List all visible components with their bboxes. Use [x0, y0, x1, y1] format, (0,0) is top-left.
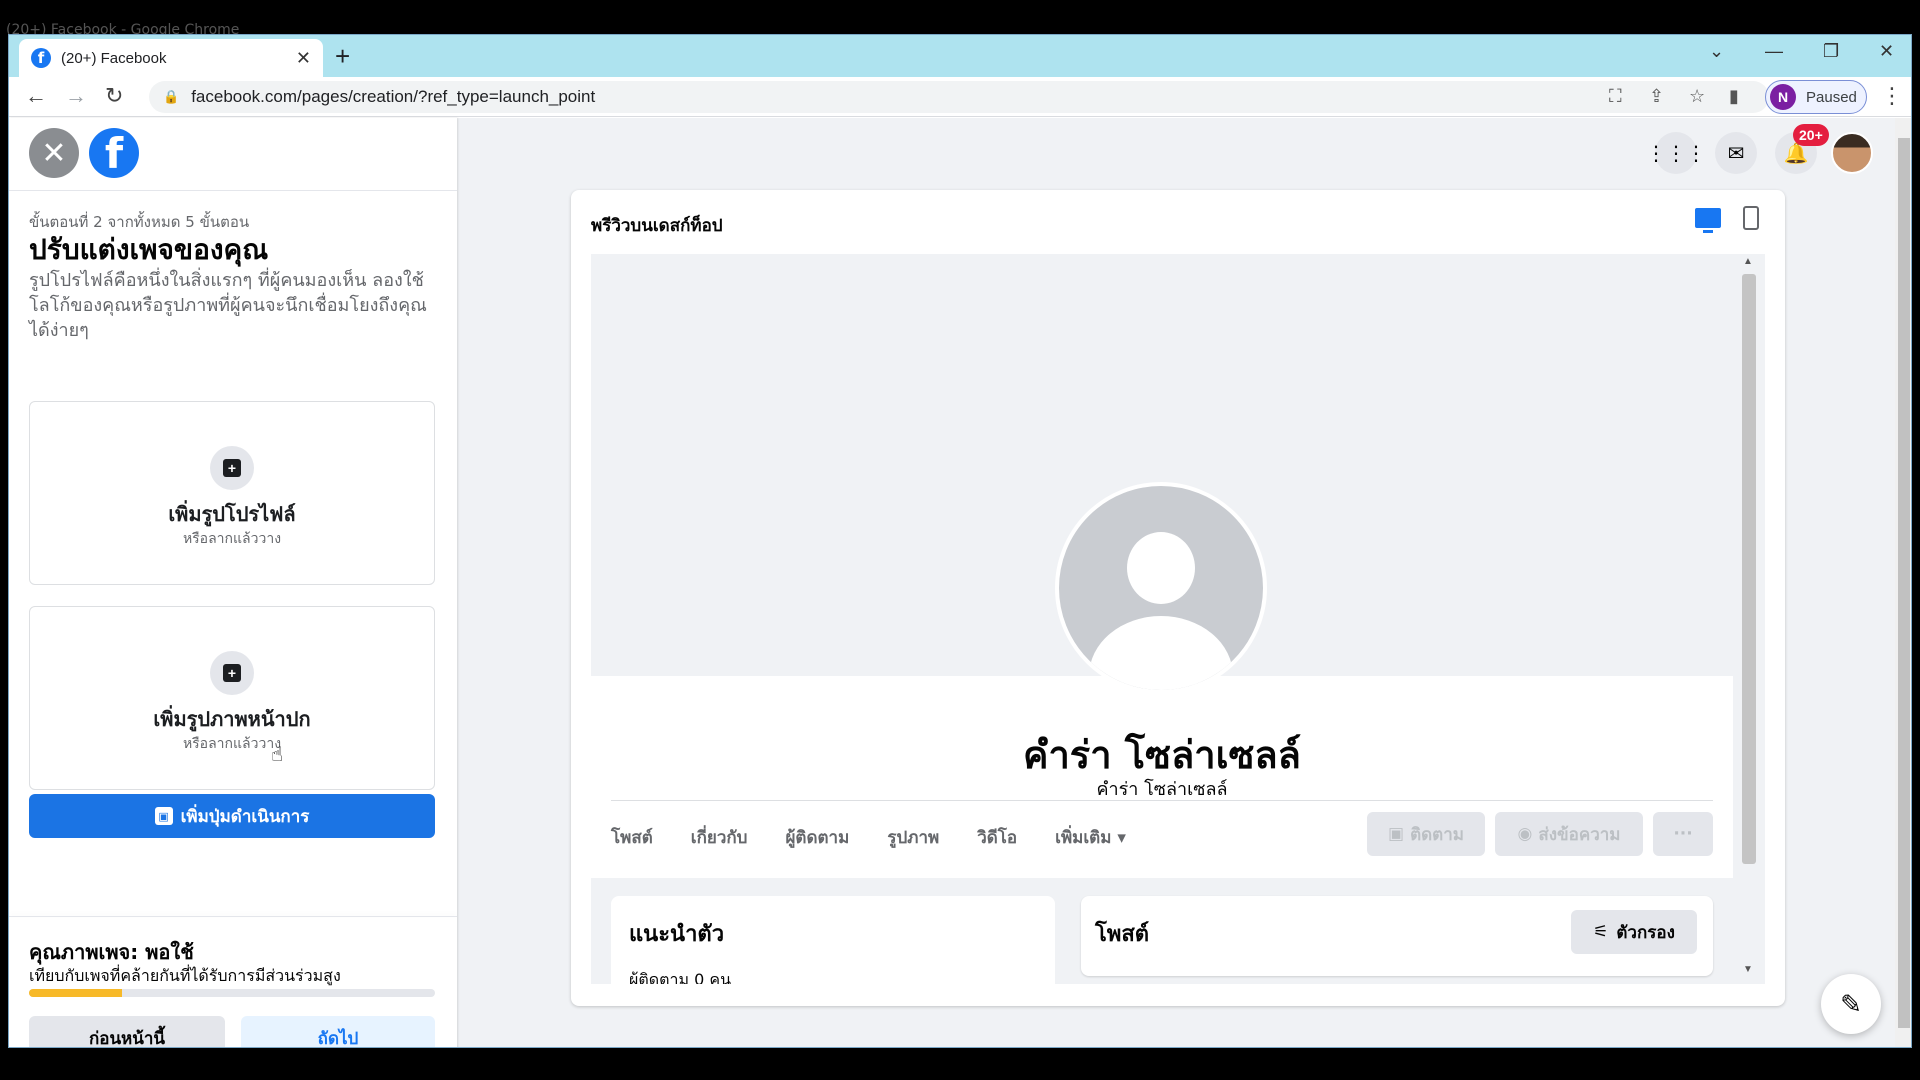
tab-bar: f (20+) Facebook ✕ + ⌄ — ❐ ✕	[9, 35, 1911, 77]
messenger-icon: ◉	[1517, 824, 1533, 844]
page-tab: วิดีโอ	[977, 828, 1018, 848]
next-button[interactable]: ถัดไป	[241, 1016, 435, 1047]
chrome-menu-icon[interactable]: ⋮	[1881, 83, 1903, 109]
add-profile-photo-title: เพิ่มรูปโปรไฟล์	[168, 502, 296, 526]
divider	[9, 190, 457, 191]
profile-picture-placeholder	[1055, 482, 1267, 694]
address-bar[interactable]: 🔒 facebook.com/pages/creation/?ref_type=…	[149, 81, 1769, 113]
page-tab: รูปภาพ	[887, 828, 940, 848]
menu-grid-icon[interactable]: ⋮⋮⋮	[1646, 132, 1706, 174]
window-close-icon[interactable]: ✕	[1879, 41, 1894, 62]
panel-description: รูปโปรไฟล์คือหนึ่งในสิ่งแรกๆ ที่ผู้คนมอง…	[29, 270, 427, 341]
page-tab: โพสต์	[611, 828, 653, 848]
side-panel-icon[interactable]: ▮	[1729, 86, 1739, 107]
profile-button[interactable]: N Paused	[1765, 80, 1867, 114]
posts-title: โพสต์	[1095, 922, 1150, 947]
browser-window: f (20+) Facebook ✕ + ⌄ — ❐ ✕ ← → ↻ 🔒 fac…	[8, 34, 1912, 1048]
reload-icon[interactable]: ↻	[105, 83, 123, 109]
divider	[9, 916, 457, 917]
divider	[611, 800, 1713, 801]
tab-close-icon[interactable]: ✕	[296, 48, 311, 69]
add-photo-icon: +	[210, 651, 254, 695]
preview-frame: คำร่า โซล่าเซลล์ คำร่า โซล่าเซลล์ โพสต์ …	[591, 254, 1765, 984]
message-button: ◉ ส่งข้อความ	[1495, 812, 1643, 856]
back-icon[interactable]: ←	[25, 83, 47, 109]
facebook-favicon-icon: f	[31, 48, 51, 68]
intro-title: แนะนำตัว	[629, 922, 725, 947]
page-tabs: โพสต์ เกี่ยวกับ ผู้ติดตาม รูปภาพ วิดีโอ …	[611, 824, 1164, 851]
intro-followers: ผู้ติดตาม 0 คน	[629, 970, 732, 984]
action-button-icon: ▣	[154, 807, 173, 825]
follow-button-label: ติดตาม	[1410, 824, 1464, 845]
messenger-icon[interactable]: ✉	[1715, 132, 1757, 174]
add-cover-photo-title: เพิ่มรูปภาพหน้าปก	[153, 707, 311, 731]
desktop-view-icon[interactable]	[1695, 208, 1721, 233]
filter-button: ⚟ ตัวกรอง	[1571, 910, 1697, 954]
browser-tab[interactable]: f (20+) Facebook ✕	[19, 39, 323, 77]
preview-title: พรีวิวบนเดสก์ท็อป	[591, 216, 723, 236]
message-button-label: ส่งข้อความ	[1538, 824, 1621, 845]
account-avatar[interactable]	[1831, 132, 1873, 174]
panel-heading: ปรับแต่งเพจของคุณ	[29, 233, 269, 266]
tab-search-icon[interactable]: ⌄	[1709, 41, 1724, 62]
lock-icon: 🔒	[163, 89, 180, 104]
creation-panel: ✕ f ขั้นตอนที่ 2 จากทั้งหมด 5 ขั้นตอน ปร…	[9, 118, 457, 1047]
add-cover-photo-card[interactable]: + เพิ่มรูปภาพหน้าปก หรือลากแล้ววาง	[29, 606, 435, 790]
intro-card: แนะนำตัว ผู้ติดตาม 0 คน	[611, 896, 1055, 984]
add-profile-photo-card[interactable]: + เพิ่มรูปโปรไฟล์ หรือลากแล้ววาง	[29, 401, 435, 585]
close-icon[interactable]: ✕	[29, 128, 79, 178]
filter-button-label: ตัวกรอง	[1616, 922, 1675, 943]
previous-button[interactable]: ก่อนหน้านี้	[29, 1016, 225, 1047]
restore-icon[interactable]: ❐	[1823, 41, 1839, 62]
follow-icon: ▣	[1388, 824, 1405, 844]
notification-badge: 20+	[1793, 124, 1829, 146]
tab-title: (20+) Facebook	[61, 49, 167, 67]
url-text: facebook.com/pages/creation/?ref_type=la…	[191, 87, 596, 106]
page-viewport: ✕ f ขั้นตอนที่ 2 จากทั้งหมด 5 ขั้นตอน ปร…	[9, 118, 1911, 1047]
minimize-icon[interactable]: —	[1765, 41, 1783, 62]
screen: (20+) Facebook - Google Chrome f (20+) F…	[0, 0, 1920, 1080]
new-tab-button[interactable]: +	[335, 41, 350, 72]
page-scrollbar[interactable]	[1895, 118, 1911, 1047]
page-tab: ผู้ติดตาม	[785, 828, 850, 848]
scroll-up-icon[interactable]: ▲	[1743, 256, 1753, 267]
page-quality-progress-fill	[29, 989, 123, 997]
page-quality-description: เทียบกับเพจที่คล้ายกันที่ได้รับการมีส่วน…	[29, 966, 341, 985]
drag-drop-hint: หรือลากแล้ววาง	[182, 736, 282, 752]
follow-button: ▣ ติดตาม	[1367, 812, 1485, 856]
person-silhouette-icon	[1127, 532, 1195, 604]
profile-avatar: N	[1770, 84, 1796, 110]
posts-card: โพสต์ ⚟ ตัวกรอง	[1081, 896, 1713, 976]
more-options-button: ···	[1653, 812, 1713, 856]
drag-drop-hint: หรือลากแล้ววาง	[182, 531, 282, 547]
desktop-preview-card: พรีวิวบนเดสก์ท็อป คำร่า โซล่าเซลล์ คำร่า…	[571, 190, 1785, 1006]
filter-icon: ⚟	[1593, 922, 1609, 942]
scrollbar-thumb[interactable]	[1898, 138, 1910, 1028]
add-action-button[interactable]: ▣ เพิ่มปุ่มดำเนินการ	[29, 794, 435, 838]
page-category: คำร่า โซล่าเซลล์	[1096, 779, 1228, 800]
facebook-logo-icon[interactable]: f	[89, 128, 139, 178]
compose-icon[interactable]: ✎	[1821, 974, 1881, 1034]
forward-icon[interactable]: →	[65, 83, 87, 109]
bookmark-star-icon[interactable]: ☆	[1689, 86, 1705, 107]
scroll-down-icon[interactable]: ▼	[1743, 964, 1753, 975]
page-quality-progress	[29, 989, 435, 997]
profile-status: Paused	[1806, 88, 1857, 106]
page-tab: เกี่ยวกับ	[690, 828, 748, 848]
hand-cursor-icon: ☝	[271, 744, 284, 766]
browser-toolbar: ← → ↻ 🔒 facebook.com/pages/creation/?ref…	[9, 77, 1911, 117]
add-photo-icon: +	[210, 446, 254, 490]
scrollbar-thumb[interactable]	[1742, 274, 1756, 864]
translate-icon[interactable]: ⛶	[1609, 86, 1622, 107]
page-tab: เพิ่มเติม ▾	[1055, 828, 1126, 848]
add-action-button-label: เพิ่มปุ่มดำเนินการ	[180, 806, 310, 827]
share-icon[interactable]: ⇪	[1649, 86, 1664, 107]
mobile-view-icon[interactable]	[1743, 206, 1759, 230]
person-silhouette-body	[1089, 616, 1233, 690]
preview-scrollbar[interactable]: ▲ ▼	[1733, 254, 1765, 984]
